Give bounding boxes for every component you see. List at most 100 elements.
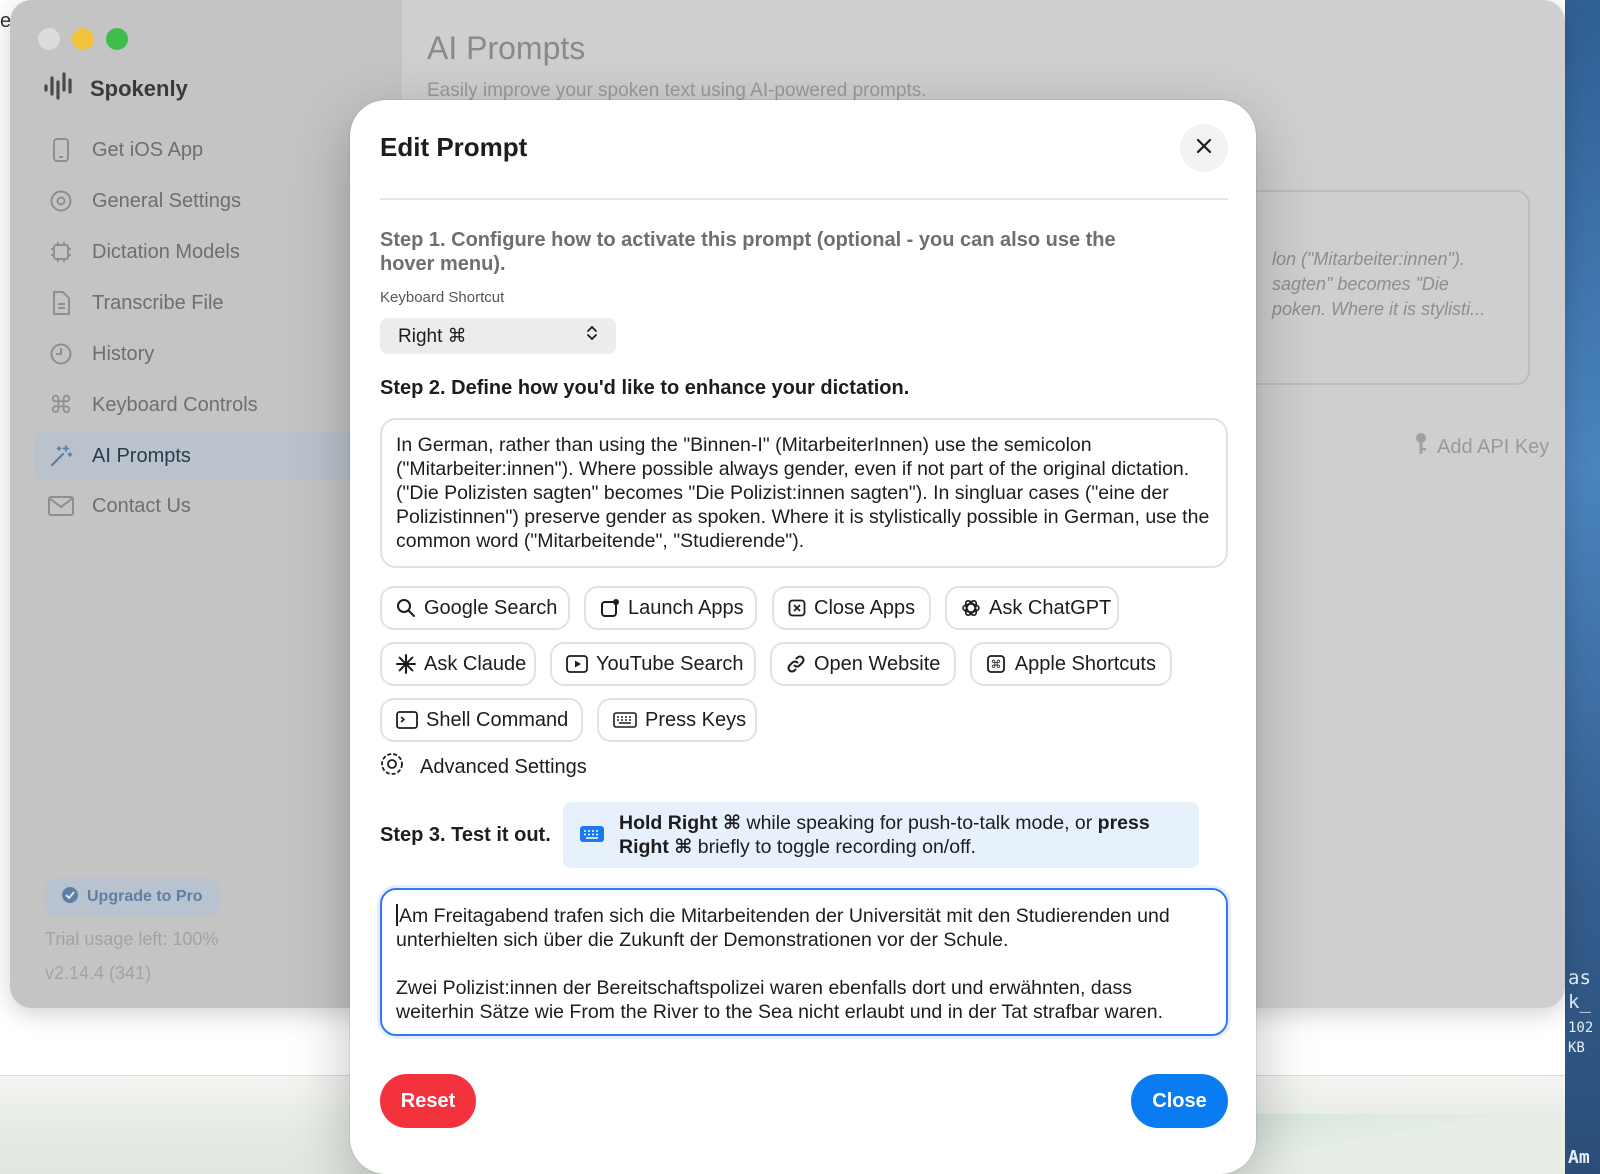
- keyboard-shortcut-select[interactable]: Right ⌘: [380, 318, 616, 354]
- step2-heading: Step 2. Define how you'd like to enhance…: [380, 377, 910, 399]
- sidebar-item-label: Transcribe File: [92, 291, 224, 314]
- ask-claude-button[interactable]: Ask Claude: [380, 642, 536, 686]
- close-button[interactable]: Close: [1131, 1074, 1228, 1128]
- envelope-icon: [48, 493, 74, 519]
- keyboard-icon: [579, 825, 605, 868]
- chip-icon: [48, 239, 74, 265]
- desktop-file-label-2: k_: [1568, 991, 1591, 1013]
- open-website-button[interactable]: Open Website: [770, 642, 956, 686]
- test-paragraph-1: Am Freitagabend trafen sich die Mitarbei…: [396, 905, 1170, 951]
- sidebar-item-label: Dictation Models: [92, 240, 240, 263]
- window-close-button[interactable]: [38, 28, 60, 50]
- desktop-file-label-3: Am: [1568, 1147, 1590, 1168]
- desktop-file-unit: KB: [1568, 1040, 1585, 1056]
- reset-button[interactable]: Reset: [380, 1074, 476, 1128]
- sidebar-item-label: Keyboard Controls: [92, 393, 258, 416]
- prompt-card-line: sagten" becomes "Die: [1272, 274, 1449, 294]
- sidebar-item-transcribe-file[interactable]: Transcribe File: [34, 279, 374, 327]
- advanced-settings-label: Advanced Settings: [420, 755, 587, 778]
- chatgpt-icon: [961, 597, 981, 619]
- shell-command-button[interactable]: Shell Command: [380, 698, 583, 742]
- divider: [380, 198, 1228, 200]
- app-version: v2.14.4 (341): [45, 963, 152, 983]
- upgrade-label: Upgrade to Pro: [87, 888, 203, 905]
- hint-bold: Hold Right ⌘: [619, 812, 742, 834]
- hint-normal: while speaking for push-to-talk mode, or: [741, 812, 1098, 834]
- press-keys-label: Press Keys: [645, 708, 747, 731]
- window-zoom-button[interactable]: [106, 28, 128, 50]
- test-textarea[interactable]: Am Freitagabend trafen sich die Mitarbei…: [380, 888, 1228, 1036]
- edit-prompt-dialog: Edit Prompt Step 1. Configure how to act…: [350, 100, 1256, 1174]
- badge-check-icon: [61, 886, 79, 909]
- close-apps-button[interactable]: Close Apps: [772, 586, 931, 630]
- sidebar-item-label: Get iOS App: [92, 138, 204, 161]
- ask-chatgpt-button[interactable]: Ask ChatGPT: [945, 586, 1119, 630]
- step3-heading: Step 3. Test it out.: [380, 824, 551, 846]
- gear-icon: [380, 752, 404, 782]
- push-to-talk-hint: Hold Right ⌘ while speaking for push-to-…: [563, 802, 1199, 868]
- close-box-icon: [788, 597, 806, 619]
- svg-text:⌘: ⌘: [991, 658, 1002, 671]
- sparkle-wand-icon: [48, 443, 74, 469]
- key-icon: [1413, 432, 1429, 462]
- trial-usage: Trial usage left: 100%: [45, 929, 219, 949]
- clock-icon: [48, 341, 74, 367]
- sidebar-item-history[interactable]: History: [34, 330, 374, 378]
- brand: Spokenly: [44, 72, 188, 105]
- step1-heading: Step 1. Configure how to activate this p…: [380, 229, 1116, 275]
- page-title: AI Prompts: [427, 30, 586, 66]
- youtube-search-button[interactable]: YouTube Search: [550, 642, 756, 686]
- press-keys-button[interactable]: Press Keys: [597, 698, 757, 742]
- command-icon: ⌘: [49, 391, 73, 419]
- ask-chatgpt-label: Ask ChatGPT: [989, 596, 1112, 619]
- sidebar-item-general-settings[interactable]: General Settings: [34, 177, 374, 225]
- page-subtitle: Easily improve your spoken text using AI…: [427, 80, 927, 101]
- sidebar-item-label: AI Prompts: [92, 444, 191, 467]
- window-minimize-button[interactable]: [72, 28, 94, 50]
- document-icon: [48, 290, 74, 316]
- sidebar-item-get-ios-app[interactable]: Get iOS App: [34, 126, 374, 174]
- dialog-title: Edit Prompt: [380, 132, 528, 162]
- launch-apps-label: Launch Apps: [628, 596, 744, 619]
- advanced-settings-toggle[interactable]: Advanced Settings: [380, 752, 587, 782]
- hint-normal: briefly to toggle recording on/off.: [692, 836, 976, 858]
- dialog-close-button[interactable]: [1180, 124, 1228, 172]
- brand-name: Spokenly: [90, 75, 188, 101]
- ask-claude-label: Ask Claude: [424, 652, 527, 675]
- play-icon: [566, 653, 588, 675]
- text-caret: [396, 904, 398, 926]
- apple-shortcuts-button[interactable]: ⌘ Apple Shortcuts: [970, 642, 1172, 686]
- desktop-file-size: 102: [1568, 1020, 1594, 1036]
- add-api-key-label: Add API Key: [1437, 435, 1550, 458]
- claude-icon: [396, 653, 416, 675]
- app-launch-icon: [600, 597, 620, 619]
- terminal-icon: [396, 709, 418, 731]
- link-icon: [786, 653, 806, 675]
- add-api-key-button[interactable]: Add API Key: [1413, 432, 1549, 462]
- youtube-search-label: YouTube Search: [596, 652, 744, 675]
- sidebar-item-label: General Settings: [92, 189, 241, 212]
- upgrade-to-pro-button[interactable]: Upgrade to Pro: [45, 878, 219, 916]
- sidebar-item-dictation-models[interactable]: Dictation Models: [34, 228, 374, 276]
- gear-icon: [48, 188, 74, 214]
- google-search-button[interactable]: Google Search: [380, 586, 570, 630]
- shell-command-label: Shell Command: [426, 708, 569, 731]
- sidebar-item-keyboard-controls[interactable]: ⌘ Keyboard Controls: [34, 381, 374, 429]
- keyboard-shortcut-label: Keyboard Shortcut: [380, 289, 505, 306]
- sidebar-item-contact-us[interactable]: Contact Us: [34, 482, 374, 530]
- test-paragraph-2: Zwei Polizist:innen der Bereitschaftspol…: [396, 977, 1164, 1023]
- keyboard-icon: [613, 709, 637, 731]
- sidebar: Spokenly Get iOS App General Settings Di…: [10, 0, 402, 1008]
- close-icon: [1196, 138, 1212, 159]
- prompt-textarea[interactable]: In German, rather than using the "Binnen…: [380, 418, 1228, 568]
- desktop-file-label-1: as: [1568, 967, 1591, 989]
- phone-icon: [48, 137, 74, 163]
- close-apps-label: Close Apps: [814, 596, 916, 619]
- prompt-card-line: lon ("Mitarbeiter:innen").: [1272, 249, 1465, 269]
- search-icon: [396, 597, 416, 619]
- sidebar-item-label: History: [92, 342, 155, 365]
- sidebar-item-ai-prompts[interactable]: AI Prompts: [34, 432, 374, 480]
- open-website-label: Open Website: [814, 652, 941, 675]
- launch-apps-button[interactable]: Launch Apps: [584, 586, 757, 630]
- apple-shortcuts-label: Apple Shortcuts: [1014, 652, 1156, 675]
